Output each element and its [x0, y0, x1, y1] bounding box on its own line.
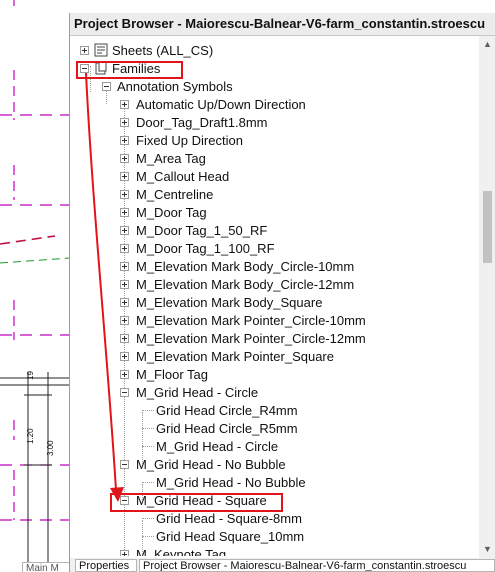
expand-icon[interactable] — [120, 154, 129, 163]
expand-icon[interactable] — [120, 136, 129, 145]
expand-icon[interactable] — [120, 370, 129, 379]
expand-icon[interactable] — [120, 550, 129, 556]
tree-item-label: M_Elevation Mark Pointer_Square — [136, 349, 334, 364]
expand-icon[interactable] — [120, 352, 129, 361]
expand-icon[interactable] — [120, 226, 129, 235]
tree-item-type[interactable]: Grid Head Square_10mm — [76, 527, 476, 545]
panel-title: Project Browser - Maiorescu-Balnear-V6-f… — [74, 16, 486, 31]
tree-item-label: M_Area Tag — [136, 151, 206, 166]
tree-item-family[interactable]: M_Door Tag — [76, 203, 476, 221]
tree-item-label: Automatic Up/Down Direction — [136, 97, 306, 112]
expand-icon[interactable] — [120, 316, 129, 325]
tree-item-label: Grid Head Circle_R4mm — [156, 403, 298, 418]
expand-icon[interactable] — [120, 118, 129, 127]
tree-item-family[interactable]: M_Elevation Mark Body_Circle-10mm — [76, 257, 476, 275]
tree-item-label: M_Floor Tag — [136, 367, 209, 382]
tree-connector — [142, 518, 154, 519]
tree-item-family[interactable]: M_Elevation Mark Body_Square — [76, 293, 476, 311]
scroll-down-icon[interactable]: ▼ — [479, 541, 495, 558]
scrollbar-thumb[interactable] — [483, 191, 492, 263]
tree-item-label: M_Elevation Mark Body_Circle-12mm — [136, 277, 355, 292]
collapse-icon[interactable] — [120, 460, 129, 469]
tree-item-label: Annotation Symbols — [117, 79, 233, 94]
tree-item-family[interactable]: Fixed Up Direction — [76, 131, 476, 149]
tree-item-label: M_Centreline — [136, 187, 214, 202]
expand-icon[interactable] — [80, 46, 89, 55]
tree-item-family[interactable]: M_Centreline — [76, 185, 476, 203]
tree-item-label: M_Elevation Mark Pointer_Circle-10mm — [136, 313, 366, 328]
tree-item-label: M_Elevation Mark Pointer_Circle-12mm — [136, 331, 366, 346]
tree-connector — [142, 428, 154, 429]
tree-item-type[interactable]: M_Grid Head - No Bubble — [76, 473, 476, 491]
drawing-lines — [0, 0, 70, 570]
tree-item-grid-head-circle[interactable]: M_Grid Head - Circle — [76, 383, 476, 401]
tree-item-sheets[interactable]: Sheets (ALL_CS) — [76, 41, 476, 59]
tree-item-label: M_Door Tag_1_100_RF — [136, 241, 275, 256]
tree-item-label: M_Grid Head - Circle — [136, 385, 259, 400]
expand-icon[interactable] — [120, 172, 129, 181]
tree-item-type[interactable]: M_Grid Head - Circle — [76, 437, 476, 455]
tree-item-label: M_Callout Head — [136, 169, 230, 184]
expand-icon[interactable] — [120, 298, 129, 307]
tree-item-label: Grid Head Square_10mm — [156, 529, 305, 544]
tree-connector — [142, 536, 154, 537]
expand-icon[interactable] — [120, 280, 129, 289]
tree-item-label: M_Elevation Mark Body_Circle-10mm — [136, 259, 355, 274]
tree-item-family[interactable]: Door_Tag_Draft1.8mm — [76, 113, 476, 131]
sheets-icon — [94, 43, 108, 57]
tree-item-label: Fixed Up Direction — [136, 133, 243, 148]
tree-item-family[interactable]: M_Elevation Mark Pointer_Circle-12mm — [76, 329, 476, 347]
drawing-canvas[interactable]: 19 1.20 3.00 Main M — [0, 0, 70, 572]
tree-item-label: M_Door Tag_1_50_RF — [136, 223, 268, 238]
view-tab-main[interactable]: Main M — [22, 562, 70, 572]
tree-connector — [142, 446, 154, 447]
collapse-icon[interactable] — [102, 82, 111, 91]
tree-item-family[interactable]: M_Elevation Mark Body_Circle-12mm — [76, 275, 476, 293]
tab-project-browser[interactable]: Project Browser - Maiorescu-Balnear-V6-f… — [139, 559, 495, 572]
expand-icon[interactable] — [120, 262, 129, 271]
expand-icon[interactable] — [120, 100, 129, 109]
tree-item-annotation-symbols[interactable]: Annotation Symbols — [76, 77, 476, 95]
tree-item-label: M_Elevation Mark Body_Square — [136, 295, 323, 310]
tree-item-family[interactable]: M_Door Tag_1_50_RF — [76, 221, 476, 239]
project-browser-panel: Project Browser - Maiorescu-Balnear-V6-f… — [69, 13, 495, 572]
tree-item-label: M_Grid Head - No Bubble — [136, 457, 286, 472]
tree-item-label: M_Keynote Tag — [136, 547, 227, 556]
dim-label: 1.20 — [26, 428, 35, 444]
highlight-families — [76, 61, 183, 79]
highlight-grid-head-square — [110, 493, 283, 512]
tree-item-label: Grid Head Circle_R5mm — [156, 421, 298, 436]
tree-item-label: Grid Head - Square-8mm — [156, 511, 302, 526]
tree-item-family[interactable]: Automatic Up/Down Direction — [76, 95, 476, 113]
tree-item-family[interactable]: M_Elevation Mark Pointer_Circle-10mm — [76, 311, 476, 329]
panel-titlebar[interactable]: Project Browser - Maiorescu-Balnear-V6-f… — [70, 13, 495, 36]
tree-item-type[interactable]: Grid Head Circle_R4mm — [76, 401, 476, 419]
tree-item-label: M_Grid Head - Circle — [156, 439, 279, 454]
tree-item-family[interactable]: M_Keynote Tag — [76, 545, 476, 556]
vertical-scrollbar[interactable]: ▲ ▼ — [479, 36, 495, 558]
tree-item-family[interactable]: M_Callout Head — [76, 167, 476, 185]
tree-item-label: Door_Tag_Draft1.8mm — [136, 115, 268, 130]
tree-item-family[interactable]: M_Door Tag_1_100_RF — [76, 239, 476, 257]
tree-item-type[interactable]: Grid Head Circle_R5mm — [76, 419, 476, 437]
tree-item-label: M_Grid Head - No Bubble — [156, 475, 306, 490]
tree-item-family[interactable]: M_Floor Tag — [76, 365, 476, 383]
tree-connector — [142, 410, 154, 411]
expand-icon[interactable] — [120, 244, 129, 253]
scroll-up-icon[interactable]: ▲ — [479, 36, 495, 53]
tree-connector — [142, 482, 154, 483]
expand-icon[interactable] — [120, 334, 129, 343]
tree-item-family[interactable]: M_Elevation Mark Pointer_Square — [76, 347, 476, 365]
tree-item-family[interactable]: M_Area Tag — [76, 149, 476, 167]
expand-icon[interactable] — [120, 190, 129, 199]
dim-label: 3.00 — [46, 440, 55, 456]
expand-icon[interactable] — [120, 208, 129, 217]
collapse-icon[interactable] — [120, 388, 129, 397]
tree-item-grid-head-no-bubble[interactable]: M_Grid Head - No Bubble — [76, 455, 476, 473]
project-browser-tree[interactable]: Sheets (ALL_CS) Families Annotation Symb… — [76, 36, 476, 556]
dim-label: 19 — [26, 371, 35, 380]
tab-properties[interactable]: Properties — [75, 559, 137, 572]
tree-item-label: Sheets (ALL_CS) — [112, 43, 214, 58]
tree-item-label: M_Door Tag — [136, 205, 207, 220]
